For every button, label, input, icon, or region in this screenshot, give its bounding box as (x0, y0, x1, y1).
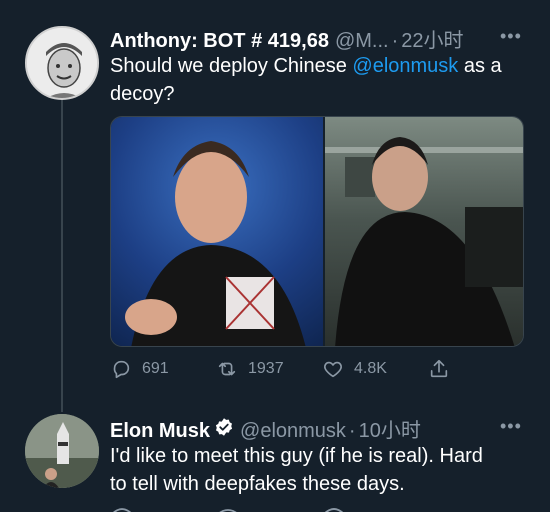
tweet-text-line: decoy? (110, 83, 175, 105)
retweet-button[interactable]: 1937 (216, 358, 322, 380)
like-icon (324, 361, 342, 378)
person-photo-left (125, 141, 306, 346)
header-separator: · (348, 420, 356, 442)
timestamp[interactable]: 10小时 (359, 414, 421, 443)
tweet-text: Should we deploy Chinese @elonmusk as a … (110, 52, 502, 108)
person-photo-right (325, 137, 523, 346)
tweet-text-line: to tell with deepfakes these days. (110, 473, 405, 495)
tweet-text-segment: Should we deploy Chinese (110, 55, 353, 77)
retweet-icon (218, 362, 236, 376)
tweet-actions: 691 1937 4.8K (110, 358, 530, 380)
share-icon (430, 359, 448, 378)
media-image-left[interactable] (111, 117, 323, 346)
verified-badge-icon (215, 418, 233, 436)
like-button[interactable]: 4.8K (322, 358, 428, 380)
tweet-media[interactable] (110, 116, 524, 347)
reply-button[interactable]: 691 (110, 358, 216, 380)
mention-link[interactable]: @elonmusk (352, 55, 458, 77)
tweet-header: Anthony: BOT # 419,68 @M... · 22小时 (110, 24, 464, 53)
timestamp[interactable]: 22小时 (401, 24, 463, 53)
tweet-text-line: I'd like to meet this guy (if he is real… (110, 445, 483, 467)
cropped-action-icons (112, 508, 344, 512)
more-icon[interactable]: ••• (500, 26, 522, 47)
author-handle[interactable]: @M... (335, 30, 389, 53)
media-image-right[interactable] (325, 117, 523, 346)
avatar-portrait-image (27, 28, 97, 98)
author-name[interactable]: Anthony: BOT # 419,68 (110, 30, 329, 53)
tweet-text: I'd like to meet this guy (if he is real… (110, 442, 483, 498)
reply-count: 691 (142, 360, 169, 377)
like-count: 4.8K (354, 360, 387, 377)
more-icon[interactable]: ••• (500, 416, 522, 437)
thread-connector-line (61, 100, 63, 412)
avatar[interactable] (25, 26, 99, 100)
tweet-text-segment: as a (458, 55, 502, 77)
author-handle[interactable]: @elonmusk (240, 420, 346, 443)
tweet-header: Elon Musk @elonmusk · 10小时 (110, 414, 421, 443)
tweet-actions-partial (110, 502, 530, 512)
reply-icon (113, 360, 130, 379)
avatar-rocket-image (25, 414, 99, 488)
author-name[interactable]: Elon Musk (110, 420, 210, 443)
retweet-count: 1937 (248, 360, 284, 377)
share-button[interactable] (428, 358, 460, 380)
header-separator: · (391, 30, 399, 52)
avatar[interactable] (25, 414, 99, 488)
